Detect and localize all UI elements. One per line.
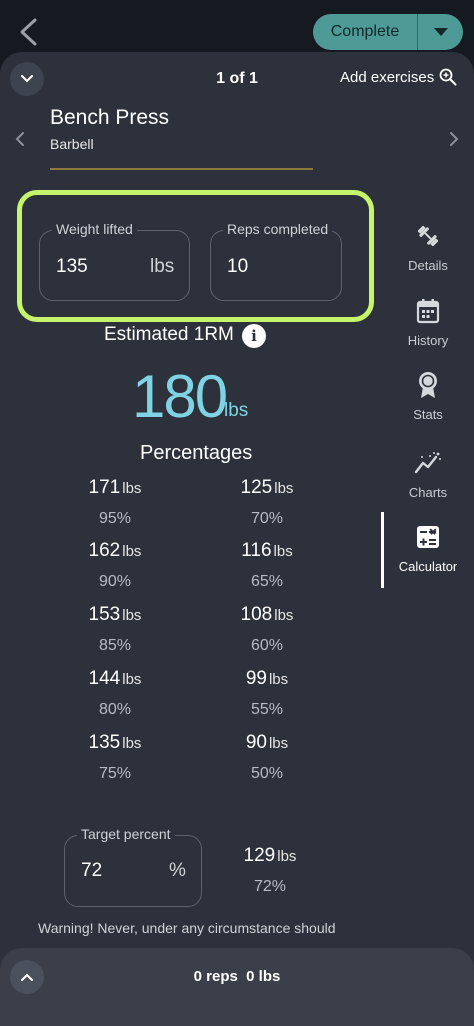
estimated-1rm-unit: lbs xyxy=(224,400,249,421)
chevron-down-icon xyxy=(21,75,33,83)
percentages-title: Percentages xyxy=(140,442,253,464)
percentage-weight: 90 lbs xyxy=(245,732,289,753)
percentage-weight: 171 lbs xyxy=(88,477,142,498)
summary-weight: 0 lbs xyxy=(246,968,281,985)
add-exercises-label: Add exercises xyxy=(340,68,435,86)
target-percent-value: 72 xyxy=(81,860,103,881)
chevron-left-icon xyxy=(15,132,24,146)
percentage-value: 95% xyxy=(98,510,132,527)
percentage-value: 60% xyxy=(250,637,284,654)
chart-line-icon xyxy=(414,449,442,477)
estimated-1rm-value: 180 xyxy=(132,363,228,430)
target-result-weight: 129 lbs xyxy=(243,845,297,866)
weight-lifted-value: 135 xyxy=(56,256,88,277)
weight-lifted-unit: lbs xyxy=(150,256,175,277)
sidebar-item-stats[interactable]: Stats xyxy=(392,371,464,422)
percentage-weight: 99 lbs xyxy=(245,668,289,689)
caret-down-icon xyxy=(433,28,448,36)
medal-icon xyxy=(414,371,442,399)
sidebar-item-label: Calculator xyxy=(398,559,458,574)
target-percent-field[interactable]: Target percent 72 % xyxy=(64,826,202,907)
back-button[interactable] xyxy=(12,12,44,52)
exercise-equipment: Barbell xyxy=(50,136,94,152)
workout-summary: 0 reps 0 lbs xyxy=(150,968,324,985)
percentage-value: 50% xyxy=(250,765,284,782)
collapse-button[interactable] xyxy=(10,62,44,96)
sidebar-item-label: Details xyxy=(408,258,448,273)
calculator-icon xyxy=(414,523,442,551)
percentage-value: 75% xyxy=(98,765,132,782)
weight-lifted-field[interactable]: Weight lifted 135 lbs xyxy=(39,221,190,301)
sidebar-item-calculator[interactable]: Calculator xyxy=(392,523,464,574)
sidebar-item-label: History xyxy=(407,333,449,348)
dumbbell-icon xyxy=(414,222,442,250)
previous-exercise-button[interactable] xyxy=(10,124,30,154)
summary-reps: 0 reps xyxy=(193,968,238,985)
percentage-weight: 162 lbs xyxy=(88,540,142,561)
target-percent-label: Target percent xyxy=(77,826,175,842)
search-plus-icon xyxy=(439,68,457,86)
percentage-weight: 108 lbs xyxy=(240,604,294,625)
chevron-up-icon xyxy=(21,973,33,981)
chevron-left-icon xyxy=(20,18,37,46)
percentage-value: 80% xyxy=(98,701,132,718)
percentage-value: 85% xyxy=(98,637,132,654)
percentage-weight: 153 lbs xyxy=(88,604,142,625)
chevron-right-icon xyxy=(450,132,459,146)
exercise-name: Bench Press xyxy=(50,106,170,129)
complete-button-group: Complete xyxy=(313,14,463,50)
percentage-value: 70% xyxy=(250,510,284,527)
warning-text: Warning! Never, under any circumstance s… xyxy=(38,920,336,936)
next-exercise-button[interactable] xyxy=(444,124,464,154)
percentage-weight: 135 lbs xyxy=(88,732,142,753)
add-exercises-button[interactable]: Add exercises xyxy=(340,68,457,86)
reps-completed-label: Reps completed xyxy=(223,221,333,237)
complete-button[interactable]: Complete xyxy=(313,14,417,50)
percentage-weight: 116 lbs xyxy=(241,540,293,561)
bottom-summary-bar xyxy=(0,948,474,1026)
target-percent-symbol: % xyxy=(169,860,186,881)
exercise-counter: 1 of 1 xyxy=(216,70,258,87)
active-tab-indicator xyxy=(381,512,384,588)
percentage-value: 90% xyxy=(98,573,132,590)
reps-completed-field[interactable]: Reps completed 10 xyxy=(210,221,342,301)
reps-completed-value: 10 xyxy=(227,256,249,277)
weight-lifted-label: Weight lifted xyxy=(52,221,137,237)
estimated-1rm-label: Estimated 1RM xyxy=(104,324,234,345)
sidebar-item-history[interactable]: History xyxy=(392,297,464,348)
sidebar-item-charts[interactable]: Charts xyxy=(392,449,464,500)
sidebar-item-label: Charts xyxy=(408,485,448,500)
percentage-value: 65% xyxy=(250,573,284,590)
sidebar-item-details[interactable]: Details xyxy=(392,222,464,273)
sidebar-item-label: Stats xyxy=(413,407,443,422)
target-result-percent: 72% xyxy=(253,878,287,895)
exercise-underline xyxy=(50,168,313,170)
complete-menu-button[interactable] xyxy=(418,14,463,50)
expand-button[interactable] xyxy=(10,960,44,994)
info-icon[interactable]: i xyxy=(242,324,266,348)
percentage-weight: 125 lbs xyxy=(240,477,294,498)
percentage-weight: 144 lbs xyxy=(88,668,142,689)
percentage-value: 55% xyxy=(250,701,284,718)
calendar-icon xyxy=(414,297,442,325)
